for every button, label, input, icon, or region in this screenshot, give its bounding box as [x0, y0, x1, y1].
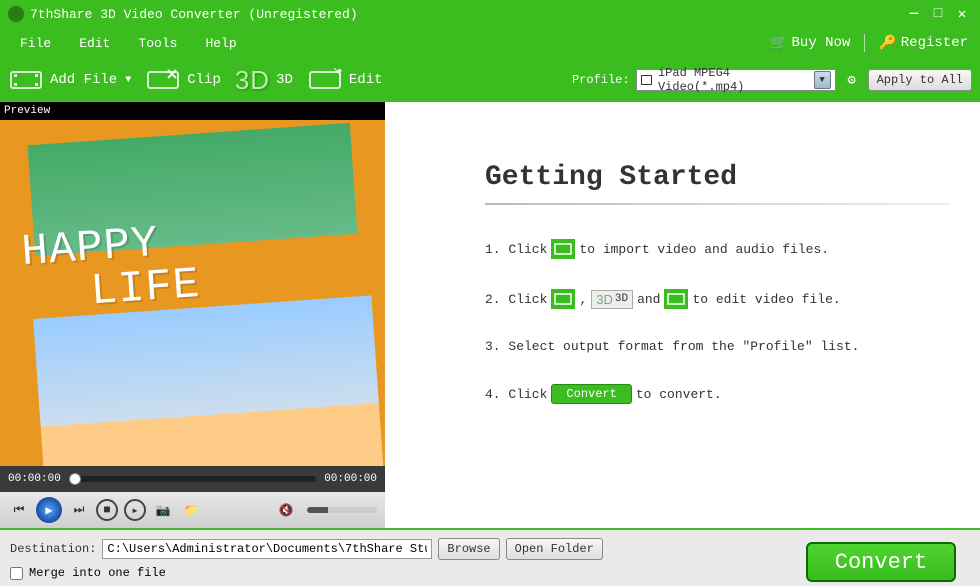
snapshot-button[interactable]: 📷: [152, 499, 174, 521]
guide-title: Getting Started: [485, 162, 950, 193]
step-4: 4. Click Convert to convert.: [485, 384, 950, 404]
preview-header: Preview: [0, 102, 385, 120]
register-button[interactable]: 🔑 Register: [873, 33, 974, 54]
toolbar: Add File ▼ Clip 3D 3D ✦ Edit Profile: iP…: [0, 58, 980, 102]
app-icon: [8, 6, 24, 22]
chevron-down-icon: ▼: [125, 75, 131, 86]
preview-image: HAPPY LIFE: [0, 120, 385, 466]
add-file-button[interactable]: Add File ▼: [8, 67, 131, 93]
browse-button[interactable]: Browse: [438, 538, 499, 560]
time-bar: 00:00:00 00:00:00: [0, 466, 385, 492]
profile-value: iPad MPEG4 Video(*.mp4): [658, 66, 814, 94]
next-button[interactable]: ⏭: [68, 499, 90, 521]
apply-to-all-button[interactable]: Apply to All: [868, 69, 972, 91]
menu-help[interactable]: Help: [191, 32, 250, 55]
stop-button[interactable]: ■: [96, 499, 118, 521]
3d-button[interactable]: 3D 3D: [235, 65, 293, 96]
svg-text:✦: ✦: [336, 68, 342, 78]
close-button[interactable]: ✕: [952, 6, 972, 22]
3d-icon: 3D: [235, 65, 270, 96]
convert-mini-button: Convert: [551, 384, 631, 404]
merge-label: Merge into one file: [29, 566, 166, 580]
guide-pane: Getting Started 1. Click to import video…: [385, 102, 980, 528]
mute-button[interactable]: 🔇: [275, 499, 297, 521]
key-icon: 🔑: [879, 35, 896, 52]
destination-input[interactable]: [102, 539, 432, 559]
bottom-bar: Destination: Browse Open Folder Merge in…: [0, 528, 980, 586]
seek-slider[interactable]: [69, 476, 316, 482]
buy-now-label: Buy Now: [792, 35, 851, 51]
settings-button[interactable]: ⚙: [842, 70, 862, 90]
step-2: 2. Click , 3D3D and to edit video file.: [485, 289, 950, 309]
step-1: 1. Click to import video and audio files…: [485, 239, 950, 259]
format-icon: [641, 75, 652, 85]
destination-label: Destination:: [10, 542, 96, 556]
separator: [864, 34, 865, 52]
buy-now-button[interactable]: 🛒 Buy Now: [764, 33, 856, 54]
play-button[interactable]: ▶: [36, 497, 62, 523]
open-folder-button[interactable]: Open Folder: [506, 538, 603, 560]
title-bar: 7thShare 3D Video Converter (Unregistere…: [0, 0, 980, 28]
film-icon: [551, 239, 575, 259]
merge-checkbox[interactable]: [10, 567, 23, 580]
menu-edit[interactable]: Edit: [65, 32, 124, 55]
edit-button[interactable]: ✦ Edit: [307, 67, 383, 93]
menu-bar: File Edit Tools Help 🛒 Buy Now 🔑 Registe…: [0, 28, 980, 58]
clip-icon: [551, 289, 575, 309]
divider: [485, 203, 950, 205]
maximize-button[interactable]: □: [928, 6, 948, 22]
volume-slider[interactable]: [307, 507, 377, 513]
preview-pane: Preview HAPPY LIFE 00:00:00 00:00:00 ⏮ ▶…: [0, 102, 385, 528]
add-file-label: Add File: [50, 72, 117, 88]
seek-thumb[interactable]: [69, 473, 81, 485]
clip-button[interactable]: Clip: [145, 67, 221, 93]
time-current: 00:00:00: [8, 473, 61, 485]
folder-button[interactable]: 📁: [180, 499, 202, 521]
clip-icon: [145, 67, 181, 93]
chevron-down-icon: ▼: [814, 71, 831, 89]
player-controls: ⏮ ▶ ⏭ ■ ▸ 📷 📁 🔇: [0, 492, 385, 528]
convert-button[interactable]: Convert: [806, 542, 956, 582]
film-icon: [8, 67, 44, 93]
cart-icon: 🛒: [770, 35, 787, 52]
3d-icon: 3D3D: [591, 290, 633, 309]
window-title: 7thShare 3D Video Converter (Unregistere…: [30, 7, 900, 22]
edit-icon: ✦: [307, 67, 343, 93]
menu-tools[interactable]: Tools: [124, 32, 191, 55]
minimize-button[interactable]: —: [904, 6, 924, 22]
clip-label: Clip: [187, 72, 221, 88]
profile-label: Profile:: [572, 73, 630, 87]
step-3: 3. Select output format from the "Profil…: [485, 339, 950, 354]
3d-label: 3D: [276, 72, 293, 88]
forward-button[interactable]: ▸: [124, 499, 146, 521]
profile-dropdown[interactable]: iPad MPEG4 Video(*.mp4) ▼: [636, 69, 836, 91]
prev-button[interactable]: ⏮: [8, 499, 30, 521]
register-label: Register: [901, 35, 968, 51]
edit-label: Edit: [349, 72, 383, 88]
time-total: 00:00:00: [324, 473, 377, 485]
edit-icon: [664, 289, 688, 309]
menu-file[interactable]: File: [6, 32, 65, 55]
